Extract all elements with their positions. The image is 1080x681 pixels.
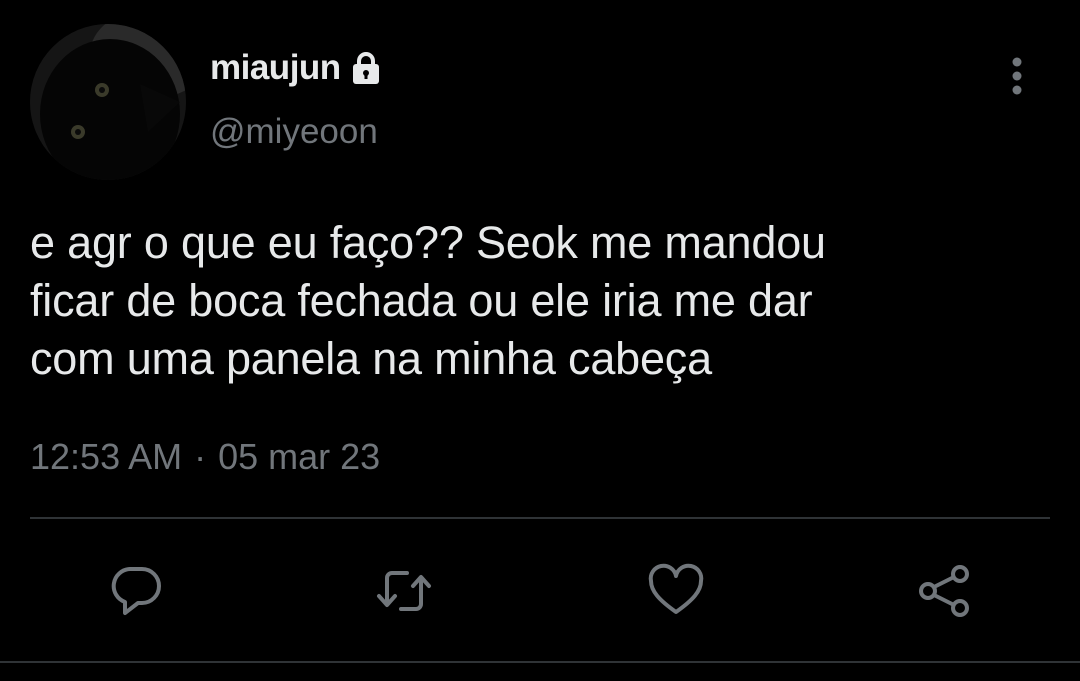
- author-name-row: miaujun: [210, 46, 381, 90]
- heart-icon: [648, 563, 704, 614]
- bottom-divider: [0, 661, 1080, 663]
- display-name[interactable]: miaujun: [210, 48, 341, 88]
- share-button[interactable]: [910, 556, 980, 626]
- tweet-meta: 12:53 AM · 05 mar 23: [30, 436, 380, 478]
- reply-button[interactable]: [101, 556, 171, 626]
- reply-icon: [111, 567, 161, 615]
- handle[interactable]: @miyeoon: [210, 112, 378, 152]
- like-button[interactable]: [641, 556, 711, 626]
- tweet-time[interactable]: 12:53 AM: [30, 436, 182, 478]
- action-bar: [0, 556, 1080, 626]
- tweet-text: e agr o que eu faço?? Seok me mandou fic…: [30, 217, 826, 384]
- meta-separator: ·: [194, 436, 207, 477]
- retweet-icon: [377, 571, 431, 611]
- retweet-button[interactable]: [369, 556, 439, 626]
- divider: [30, 517, 1050, 519]
- black-cat-avatar-icon: [30, 24, 186, 180]
- lock-icon: [351, 51, 381, 85]
- share-icon: [919, 565, 969, 617]
- more-options-icon[interactable]: [1000, 54, 1034, 98]
- tweet-date[interactable]: 05 mar 23: [218, 436, 380, 478]
- avatar[interactable]: [30, 24, 186, 180]
